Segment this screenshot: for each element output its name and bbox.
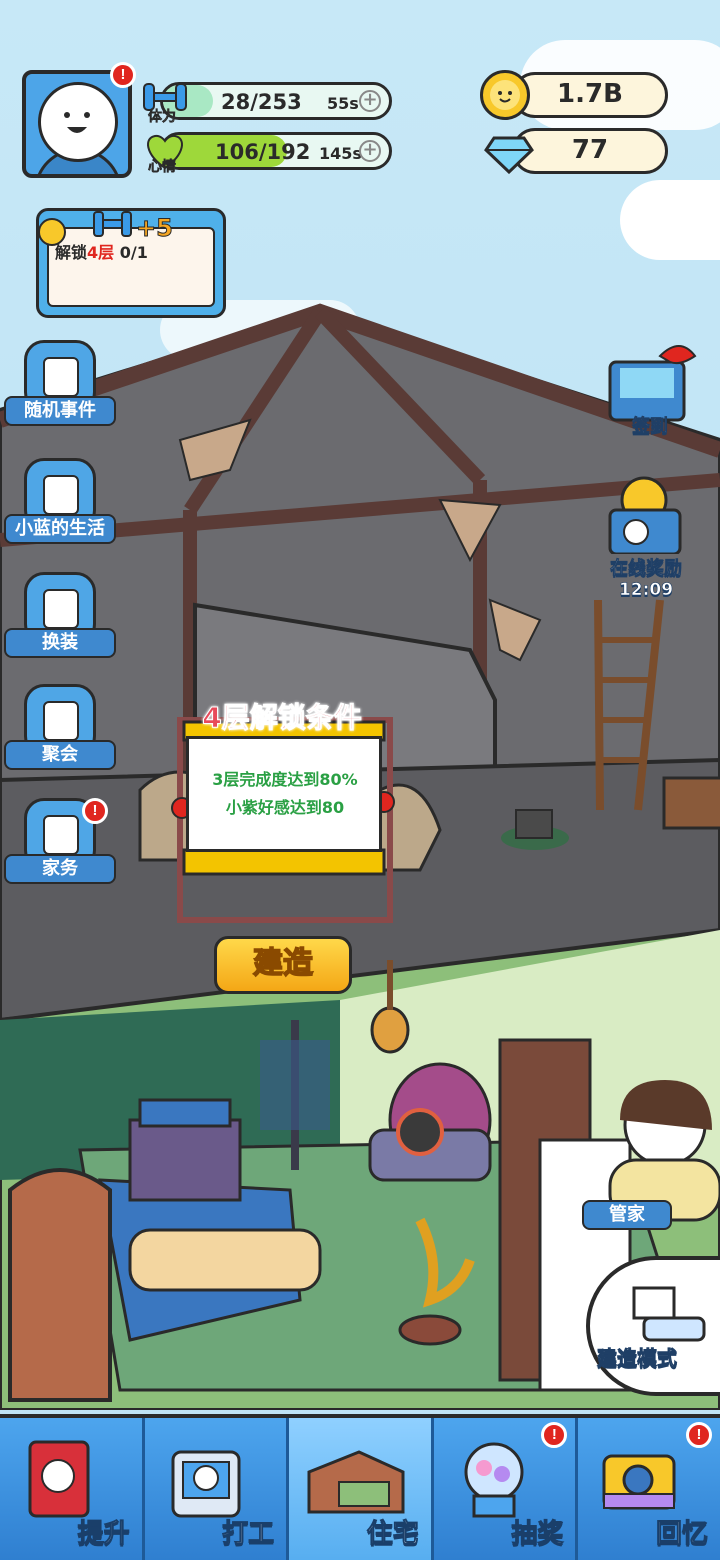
clock-coin-icon xyxy=(608,476,682,554)
memory-alert-badge: ! xyxy=(685,1422,712,1448)
work-badge-icon xyxy=(171,1450,241,1518)
gacha-alert-badge: ! xyxy=(541,1422,568,1448)
chores-alert-badge: ! xyxy=(82,798,108,824)
life-label: 小蓝的生活 xyxy=(4,514,116,544)
online-reward-timer: 12:09 xyxy=(618,580,674,601)
gold-pill[interactable]: 1.7B xyxy=(512,72,668,118)
random-event-label: 随机事件 xyxy=(4,396,116,426)
outfit-label: 换装 xyxy=(4,628,116,658)
nav-home-label: 住宅 xyxy=(366,1519,419,1550)
build-button[interactable]: 建造 xyxy=(214,936,352,994)
gacha-icon xyxy=(464,1442,524,1518)
checkin-button[interactable]: 签到 xyxy=(600,336,700,446)
stamina-label: 体力 xyxy=(148,109,177,126)
camera-icon xyxy=(602,1454,676,1510)
game-scene: ! 28/253 55s + 体力 106/192 145s + 心情 1.7B… xyxy=(0,0,720,1410)
quest-text: 解锁4层 0/1 xyxy=(55,243,148,262)
unlock-condition-2: 小紫好感达到80 xyxy=(225,798,345,817)
steward-button[interactable]: 管家 xyxy=(582,1200,672,1230)
online-reward-button[interactable]: 在线奖励 12:09 xyxy=(596,474,696,600)
mood-value: 106/192 xyxy=(215,140,311,164)
diamond-amount: 77 xyxy=(571,135,609,165)
nav-home[interactable]: 住宅 xyxy=(289,1418,434,1560)
nav-gacha[interactable]: 抽奖 ! xyxy=(433,1418,579,1560)
stamina-bar[interactable]: 28/253 55s + xyxy=(160,82,392,120)
nav-work[interactable]: 打工 xyxy=(144,1418,290,1560)
house-icon xyxy=(307,1450,405,1514)
build-mode-label: 建造模式 xyxy=(597,1346,678,1371)
online-reward-label: 在线奖励 xyxy=(610,558,683,580)
nav-upgrade-label: 提升 xyxy=(77,1519,130,1550)
party-label: 聚会 xyxy=(4,740,116,770)
outfit-button[interactable]: 换装 xyxy=(4,572,116,672)
mood-timer: 145s xyxy=(319,144,362,163)
gold-amount: 1.7B xyxy=(557,79,623,109)
nav-work-label: 打工 xyxy=(222,1519,275,1550)
mood-label: 心情 xyxy=(148,159,177,176)
avatar-face-icon xyxy=(38,82,118,162)
life-button[interactable]: 小蓝的生活 xyxy=(4,458,116,558)
nav-memory-label: 回忆 xyxy=(655,1519,708,1550)
unlock-condition-1: 3层完成度达到80% xyxy=(212,770,358,789)
diamond-pill[interactable]: 77 xyxy=(512,128,668,174)
chores-label: 家务 xyxy=(4,854,116,884)
random-event-button[interactable]: 随机事件 xyxy=(4,340,116,440)
stamina-plus-icon[interactable]: + xyxy=(359,90,381,112)
mood-bar[interactable]: 106/192 145s + xyxy=(160,132,392,170)
stamina-value: 28/253 xyxy=(221,90,302,114)
mood-plus-icon[interactable]: + xyxy=(359,140,381,162)
gold-coin-icon xyxy=(480,70,530,120)
pin-icon xyxy=(38,218,66,246)
party-button[interactable]: 聚会 xyxy=(4,684,116,784)
nav-upgrade[interactable]: 提升 xyxy=(0,1418,145,1560)
stamina-timer: 55s xyxy=(327,94,359,113)
bottom-nav: 提升 打工 住宅 抽奖 ! 回忆 ! xyxy=(0,1414,720,1560)
quest-reward: +5 xyxy=(136,214,174,243)
unlock-sign-title: 4层解锁条件 xyxy=(202,701,362,735)
diamond-icon xyxy=(484,128,534,175)
quest-dumbbell-icon xyxy=(92,206,134,242)
build-mode-button[interactable] xyxy=(586,1256,720,1396)
book-icon xyxy=(28,1440,90,1518)
nav-memory[interactable]: 回忆 ! xyxy=(578,1418,720,1560)
nav-gacha-label: 抽奖 xyxy=(511,1519,564,1550)
avatar-alert-badge: ! xyxy=(110,62,136,88)
